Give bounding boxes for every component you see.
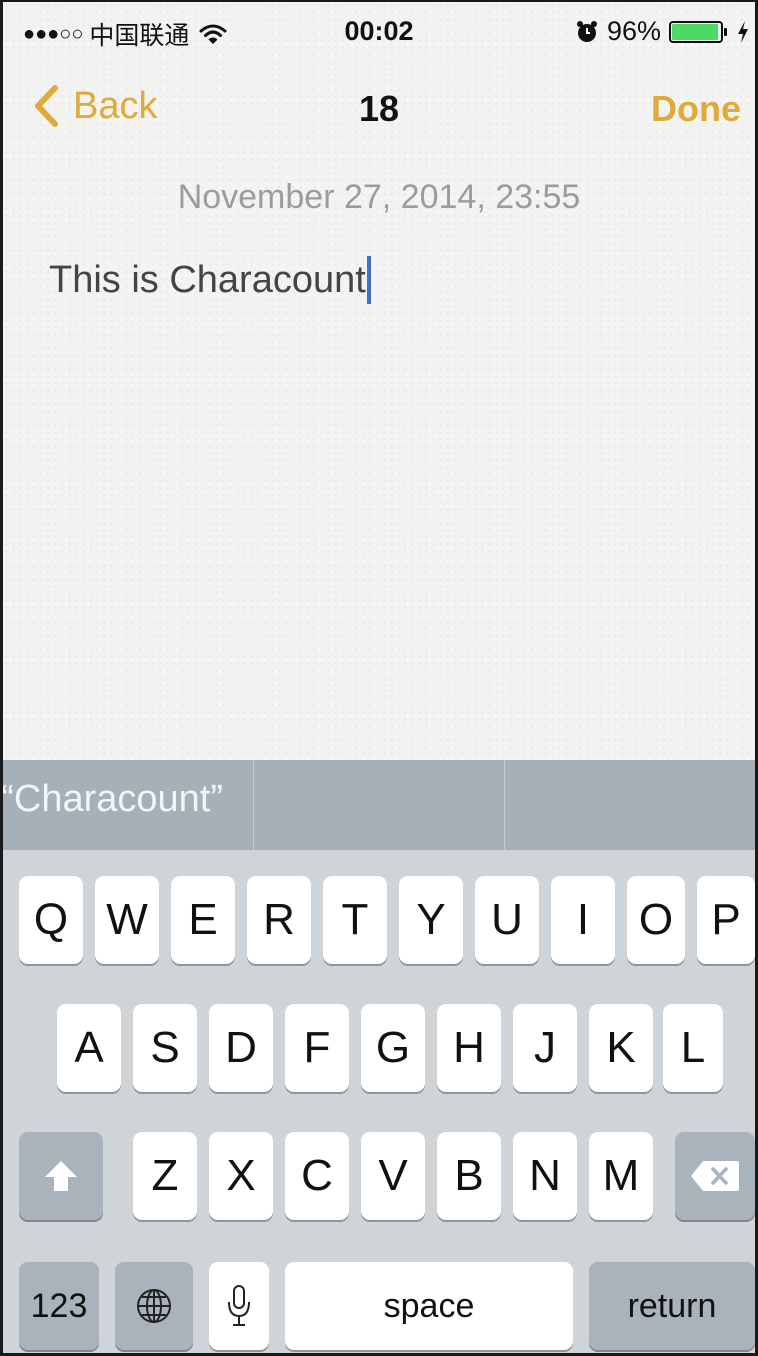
alarm-icon <box>576 20 597 42</box>
note-text-area[interactable]: This is Characount <box>49 256 371 304</box>
suggestion-1[interactable]: “Characount” <box>3 760 254 850</box>
key-r[interactable]: R <box>247 876 311 964</box>
space-key[interactable]: space <box>285 1262 573 1350</box>
note-date: November 27, 2014, 23:55 <box>177 178 581 216</box>
numbers-key[interactable]: 123 <box>19 1262 99 1350</box>
prediction-bar: “Characount” <box>3 760 755 850</box>
key-j[interactable]: J <box>513 1004 577 1092</box>
key-m[interactable]: M <box>589 1132 653 1220</box>
key-l[interactable]: L <box>663 1004 723 1092</box>
return-key[interactable]: return <box>589 1262 755 1350</box>
key-o[interactable]: O <box>627 876 685 964</box>
battery-percent: 96% <box>606 16 661 46</box>
navigation-bar: Back 18 Done <box>3 72 755 152</box>
globe-icon <box>137 1289 171 1323</box>
key-i[interactable]: I <box>551 876 615 964</box>
status-right: 96% <box>575 16 749 47</box>
page-title: 18 <box>358 88 400 129</box>
key-g[interactable]: G <box>361 1004 425 1092</box>
key-d[interactable]: D <box>209 1004 273 1092</box>
shift-key[interactable] <box>19 1132 103 1220</box>
charging-bolt-icon <box>738 20 748 43</box>
delete-icon <box>691 1161 739 1191</box>
key-w[interactable]: W <box>95 876 159 964</box>
microphone-icon <box>228 1285 250 1326</box>
key-k[interactable]: K <box>589 1004 653 1092</box>
suggestion-3[interactable] <box>505 760 755 850</box>
keyboard: Q W E R T Y U I O P A S D F G H J K L Z … <box>3 850 755 1353</box>
note-text: This is Characount <box>49 258 366 301</box>
key-v[interactable]: V <box>361 1132 425 1220</box>
suggestion-text: “Characount” <box>3 778 223 820</box>
microphone-key[interactable] <box>209 1262 269 1350</box>
key-u[interactable]: U <box>475 876 539 964</box>
done-button[interactable]: Done <box>651 88 741 130</box>
key-c[interactable]: C <box>285 1132 349 1220</box>
key-y[interactable]: Y <box>399 876 463 964</box>
key-z[interactable]: Z <box>133 1132 197 1220</box>
phone-screen: ●●●○○ 中国联通 00:02 96% Back 18 Done Novemb… <box>0 0 758 1356</box>
key-a[interactable]: A <box>57 1004 121 1092</box>
key-q[interactable]: Q <box>19 876 83 964</box>
shift-icon <box>45 1161 77 1191</box>
key-s[interactable]: S <box>133 1004 197 1092</box>
battery-fill <box>672 23 719 40</box>
delete-key[interactable] <box>675 1132 755 1220</box>
key-f[interactable]: F <box>285 1004 349 1092</box>
key-t[interactable]: T <box>323 876 387 964</box>
suggestion-2[interactable] <box>254 760 505 850</box>
battery-icon <box>669 20 727 43</box>
key-e[interactable]: E <box>171 876 235 964</box>
key-n[interactable]: N <box>513 1132 577 1220</box>
key-x[interactable]: X <box>209 1132 273 1220</box>
key-b[interactable]: B <box>437 1132 501 1220</box>
key-p[interactable]: P <box>697 876 755 964</box>
key-h[interactable]: H <box>437 1004 501 1092</box>
status-bar: ●●●○○ 中国联通 00:02 96% <box>3 2 755 62</box>
globe-key[interactable] <box>115 1262 193 1350</box>
text-cursor <box>366 256 371 304</box>
